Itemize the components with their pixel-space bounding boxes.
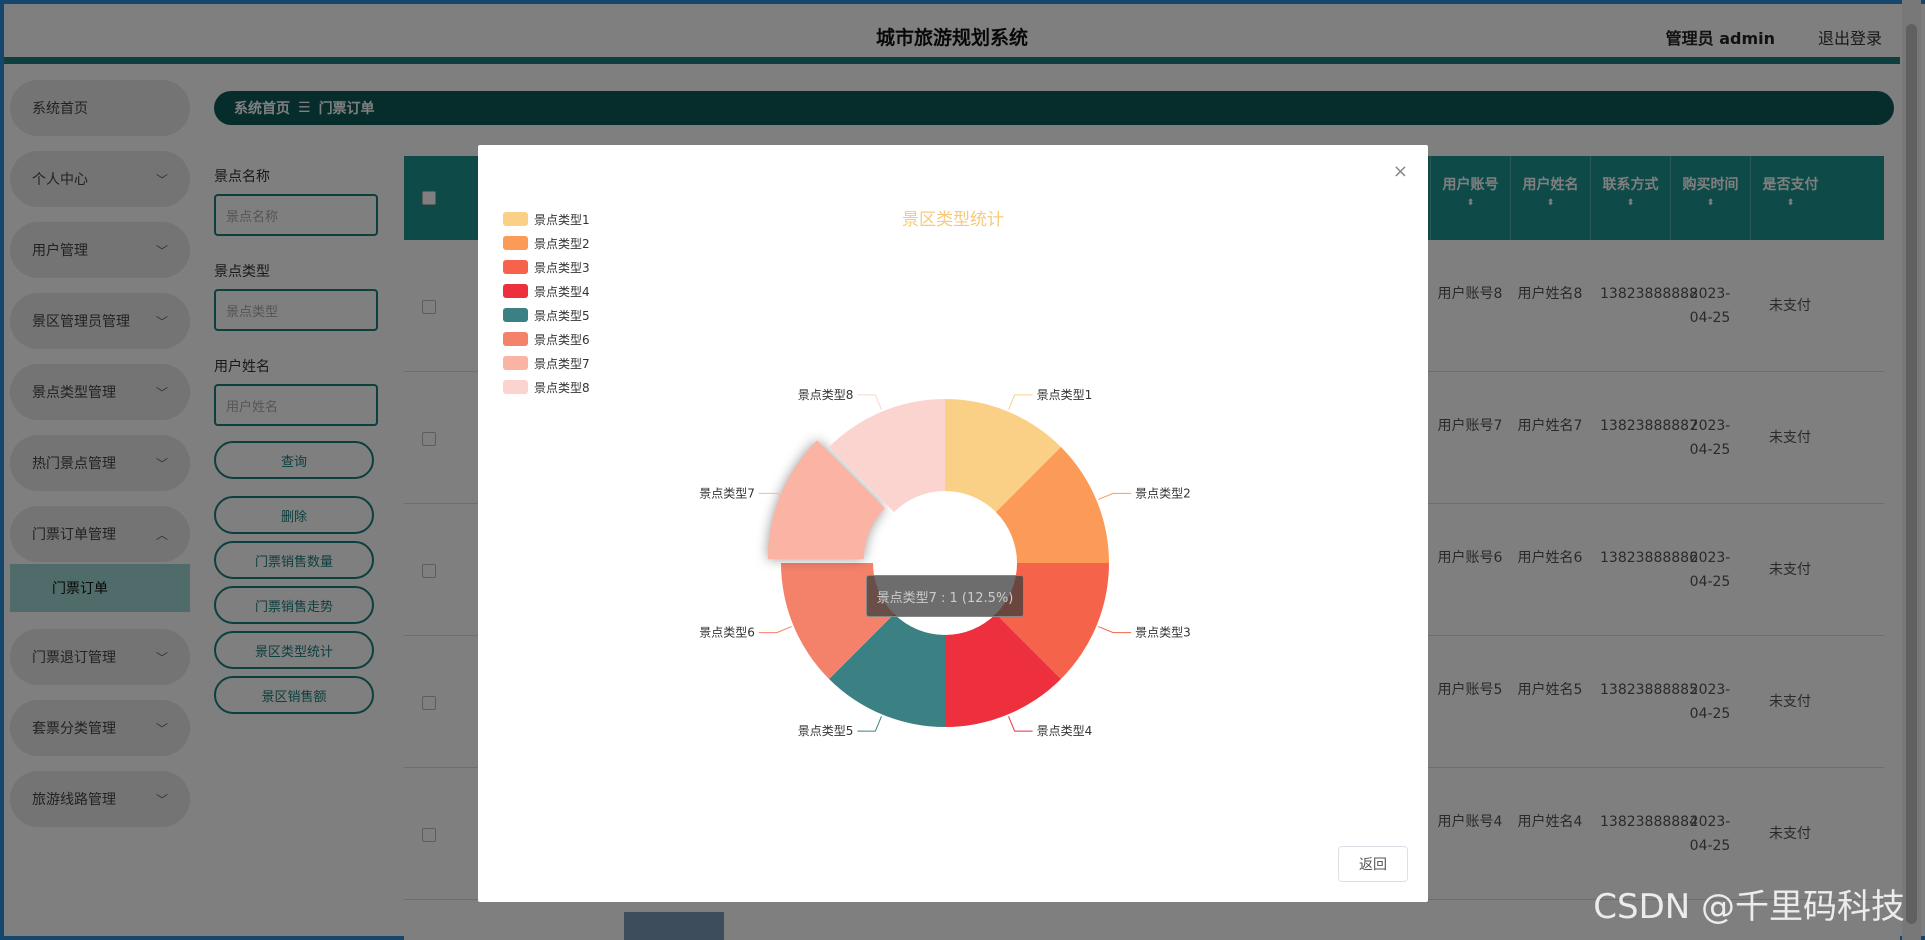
slice-label-line [857, 394, 882, 410]
slice-label: 景点类型4 [1037, 724, 1093, 738]
slice-label-line [1098, 626, 1132, 634]
slice-label-line [1098, 492, 1132, 500]
slice-label: 景点类型7 [699, 486, 755, 500]
slice-label: 景点类型3 [1135, 626, 1191, 640]
slice-label-line [1008, 394, 1033, 410]
slice-label-line [857, 716, 882, 732]
slice-label: 景点类型5 [798, 724, 854, 738]
slice-label: 景点类型8 [798, 388, 854, 402]
slice-label: 景点类型2 [1135, 486, 1191, 500]
chart-dialog: × 景区类型统计 景点类型1 景点类型2 景点类型3 景点类型4 景点类型5 景点类型6 景… [478, 145, 1428, 902]
slice-label-line [1008, 716, 1033, 732]
watermark: CSDN @千里码科技 [1593, 887, 1905, 927]
pie-chart: 景点类型1 景点类型2 景点类型3 景点类型4 景点类型5 景点类型6 景点类型7 景点类型8 [699, 388, 1191, 738]
slice-label-line [758, 626, 792, 634]
slice-label: 景点类型1 [1037, 388, 1093, 402]
slice-label: 景点类型6 [699, 626, 755, 640]
back-button[interactable]: 返回 [1338, 846, 1408, 882]
chart-tooltip: 景点类型7 : 1 (12.5%) [866, 575, 1024, 617]
